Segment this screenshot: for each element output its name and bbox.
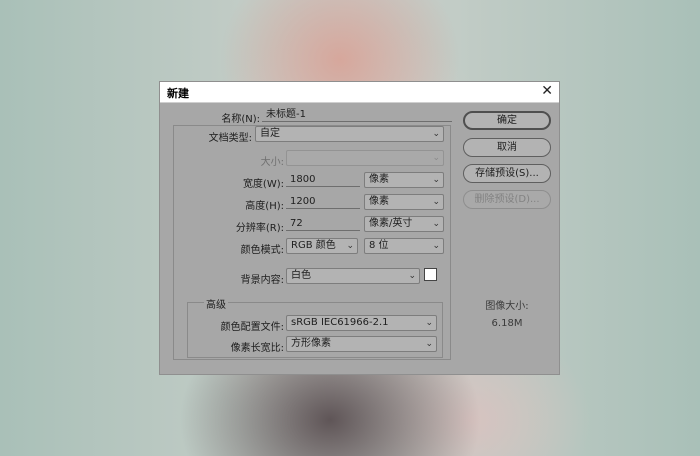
save-preset-button[interactable]: 存储预设(S)... bbox=[463, 164, 551, 183]
resolution-field[interactable]: 72 bbox=[286, 216, 360, 231]
pixel-aspect-value: 方形像素 bbox=[291, 338, 331, 349]
chevron-down-icon: ⌄ bbox=[432, 241, 440, 251]
height-unit-value: 像素 bbox=[369, 196, 389, 207]
chevron-down-icon: ⌄ bbox=[432, 197, 440, 207]
color-mode-value: RGB 颜色 bbox=[291, 240, 336, 251]
width-label: 宽度(W): bbox=[242, 179, 284, 190]
pixel-aspect-select[interactable]: 方形像素 ⌄ bbox=[286, 336, 437, 352]
pixel-aspect-label: 像素长宽比: bbox=[230, 343, 284, 354]
height-unit-select[interactable]: 像素 ⌄ bbox=[364, 194, 444, 210]
width-unit-select[interactable]: 像素 ⌄ bbox=[364, 172, 444, 188]
color-mode-label: 颜色模式: bbox=[240, 245, 284, 256]
chevron-down-icon: ⌄ bbox=[432, 175, 440, 185]
height-field[interactable]: 1200 bbox=[286, 194, 360, 209]
image-size-label: 图像大小: bbox=[485, 301, 529, 312]
size-select: ⌄ bbox=[286, 150, 444, 166]
chevron-down-icon: ⌄ bbox=[425, 339, 433, 349]
height-label: 高度(H): bbox=[245, 201, 284, 212]
dialog-title: 新建 bbox=[167, 87, 189, 100]
color-profile-label: 颜色配置文件: bbox=[220, 322, 284, 333]
cancel-button[interactable]: 取消 bbox=[463, 138, 551, 157]
name-field[interactable]: 未标题-1 bbox=[262, 107, 452, 122]
bit-depth-value: 8 位 bbox=[369, 240, 389, 251]
color-profile-value: sRGB IEC61966-2.1 bbox=[291, 317, 389, 328]
dialog-titlebar[interactable]: 新建 ✕ bbox=[160, 82, 559, 103]
chevron-down-icon: ⌄ bbox=[432, 153, 440, 163]
resolution-unit-value: 像素/英寸 bbox=[369, 218, 413, 229]
chevron-down-icon: ⌄ bbox=[346, 241, 354, 251]
color-mode-select[interactable]: RGB 颜色 ⌄ bbox=[286, 238, 358, 254]
resolution-label: 分辨率(R): bbox=[235, 223, 284, 234]
delete-preset-button: 删除预设(D)... bbox=[463, 190, 551, 209]
size-label: 大小: bbox=[260, 157, 284, 168]
name-label: 名称(N): bbox=[221, 114, 260, 125]
width-unit-value: 像素 bbox=[369, 174, 389, 185]
chevron-down-icon: ⌄ bbox=[408, 271, 416, 281]
background-select[interactable]: 白色 ⌄ bbox=[286, 268, 420, 284]
bit-depth-select[interactable]: 8 位 ⌄ bbox=[364, 238, 444, 254]
chevron-down-icon: ⌄ bbox=[432, 219, 440, 229]
background-label: 背景内容: bbox=[240, 275, 284, 286]
chevron-down-icon: ⌄ bbox=[425, 318, 433, 328]
color-profile-select[interactable]: sRGB IEC61966-2.1 ⌄ bbox=[286, 315, 437, 331]
advanced-label: 高级 bbox=[204, 296, 228, 311]
ok-button[interactable]: 确定 bbox=[463, 111, 551, 130]
width-field[interactable]: 1800 bbox=[286, 172, 360, 187]
new-document-dialog: 新建 ✕ 名称(N): 未标题-1 文档类型: 自定 ⌄ 大小: ⌄ 宽度(W)… bbox=[159, 81, 560, 375]
close-icon[interactable]: ✕ bbox=[541, 83, 553, 99]
image-size-value: 6.18M bbox=[491, 318, 523, 329]
resolution-unit-select[interactable]: 像素/英寸 ⌄ bbox=[364, 216, 444, 232]
background-value: 白色 bbox=[291, 270, 311, 281]
background-color-swatch[interactable] bbox=[424, 268, 437, 281]
